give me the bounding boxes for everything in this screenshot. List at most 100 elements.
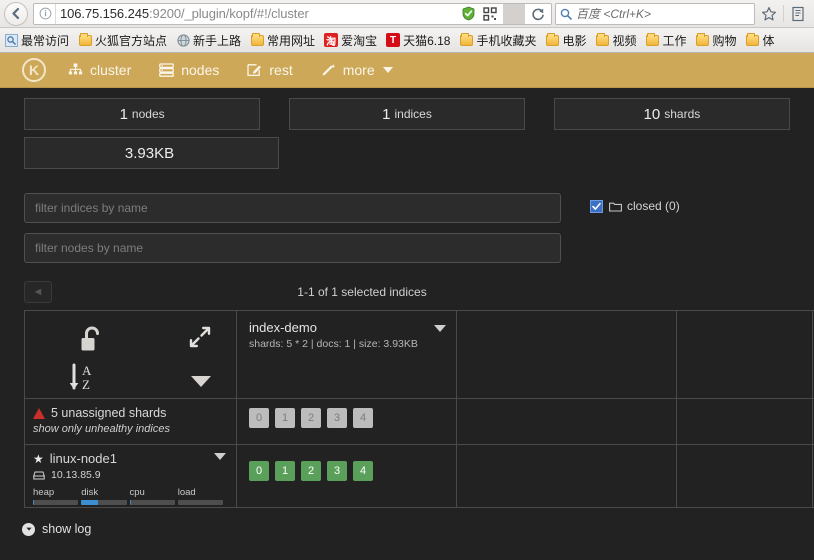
bookmark-label: 天猫6.18 (403, 33, 451, 48)
shield-icon[interactable] (457, 4, 479, 24)
cluster-icon (68, 63, 83, 77)
grid-empty-cell (677, 445, 813, 507)
kopf-logo[interactable]: K (22, 58, 46, 82)
stat-size[interactable]: 3.93KB (24, 137, 279, 169)
nav-item-more[interactable]: more (321, 62, 393, 78)
bookmark-item[interactable]: 电影 (545, 32, 586, 49)
chevron-down-icon[interactable] (190, 374, 212, 393)
grid-header-row: A Z index-demo shards: 5 * 2 | docs: 1 |… (25, 311, 814, 399)
bookmark-item[interactable]: 火狐官方站点 (78, 32, 167, 49)
index-menu-chevron-down-icon[interactable] (434, 325, 446, 332)
metric-label: cpu (129, 487, 145, 498)
grid-empty-cell (457, 399, 677, 444)
url-path: :9200/_plugin/kopf/#!/cluster (148, 6, 309, 21)
toolbar-divider-2 (783, 5, 784, 22)
stat-indices[interactable]: 1 indices (288, 98, 526, 130)
unlocked-padlock-icon[interactable] (79, 325, 105, 360)
node-row: ★ linux-node1 10.13.85.9 heap disk cpu l… (25, 445, 814, 507)
shard-badge[interactable]: 0 (249, 461, 269, 481)
filters-section: filter indices by name filter nodes by n… (0, 169, 814, 263)
grid-controls-cell: A Z (25, 311, 237, 398)
toolbar-divider (503, 3, 525, 24)
closed-checkbox[interactable] (590, 199, 603, 213)
node-ip: 10.13.85.9 (51, 469, 101, 481)
show-unhealthy-link[interactable]: show only unhealthy indices (33, 423, 226, 435)
filter-indices-input[interactable]: filter indices by name (24, 193, 561, 223)
nav-label: rest (269, 62, 293, 78)
index-name[interactable]: index-demo (249, 320, 444, 335)
nav-label: cluster (90, 62, 132, 78)
sort-az-icon[interactable]: A Z (67, 363, 101, 398)
node-name[interactable]: linux-node1 (50, 451, 117, 466)
bookmark-item[interactable]: 体 (746, 32, 775, 49)
stat-shards[interactable]: 10 shards (553, 98, 791, 130)
bookmark-label: 手机收藏夹 (476, 33, 537, 48)
shard-badge[interactable]: 3 (327, 408, 347, 428)
bookmark-item[interactable]: T 天猫6.18 (386, 32, 450, 49)
bookmark-label: 工作 (662, 33, 687, 48)
filter-indices-placeholder: filter indices by name (35, 201, 148, 215)
unassigned-title: 5 unassigned shards (33, 406, 226, 420)
closed-indices-toggle[interactable]: closed (0) (590, 199, 680, 213)
reload-icon[interactable] (527, 4, 549, 24)
node-menu-chevron-down-icon[interactable] (214, 453, 226, 460)
qr-code-icon[interactable] (479, 4, 501, 24)
shard-badge[interactable]: 2 (301, 408, 321, 428)
shard-badge[interactable]: 4 (353, 408, 373, 428)
library-button[interactable] (786, 2, 810, 26)
bookmark-item[interactable]: 最常访问 (4, 32, 69, 49)
metric-bar (129, 500, 175, 505)
url-bar[interactable]: 106.75.156.245:9200/_plugin/kopf/#!/clus… (33, 2, 552, 25)
shard-badge[interactable]: 1 (275, 461, 295, 481)
nav-item-cluster[interactable]: cluster (68, 62, 131, 78)
metric-label: load (177, 487, 196, 498)
folder-icon (595, 32, 609, 47)
bookmark-item[interactable]: 新手上路 (176, 32, 241, 49)
shard-badge[interactable]: 1 (275, 408, 295, 428)
bookmark-item[interactable]: 淘 爱淘宝 (324, 32, 377, 49)
magic-wand-icon (321, 63, 336, 77)
shard-badge[interactable]: 0 (249, 408, 269, 428)
metric-load: load (177, 487, 223, 505)
browser-toolbar: 106.75.156.245:9200/_plugin/kopf/#!/clus… (0, 0, 814, 28)
shard-badge[interactable]: 2 (301, 461, 321, 481)
bookmarks-bar: 最常访问 火狐官方站点 新手上路 常用网址 淘 爱淘宝 T 天猫6.18 手机收… (0, 28, 814, 53)
node-ip-row: 10.13.85.9 (33, 469, 226, 481)
bookmark-item[interactable]: 视频 (595, 32, 636, 49)
stat-size-value: 3.93KB (124, 144, 175, 162)
bookmark-item[interactable]: 常用网址 (250, 32, 315, 49)
nav-item-nodes[interactable]: nodes (159, 62, 219, 78)
bookmark-item[interactable]: 工作 (645, 32, 687, 49)
svg-text:Z: Z (82, 377, 90, 392)
grid-empty-cell (457, 311, 677, 398)
back-button[interactable] (4, 1, 28, 26)
metric-bar (177, 500, 223, 505)
stat-nodes[interactable]: 1 nodes (24, 98, 261, 130)
search-bar[interactable]: 百度 <Ctrl+K> (555, 2, 755, 25)
filter-nodes-input[interactable]: filter nodes by name (24, 233, 561, 263)
nav-item-rest[interactable]: rest (247, 62, 293, 78)
star-icon (762, 6, 776, 20)
search-icon (560, 8, 572, 20)
folder-icon (645, 32, 659, 47)
bookmark-label: 最常访问 (21, 33, 70, 48)
server-icon (33, 471, 45, 480)
most-visited-icon (4, 33, 18, 47)
nav-label: nodes (181, 62, 220, 78)
stat-indices-label: indices (394, 107, 432, 121)
expand-arrows-icon[interactable] (188, 325, 212, 354)
search-placeholder: 百度 <Ctrl+K> (576, 5, 651, 22)
shard-badge[interactable]: 3 (327, 461, 347, 481)
nodes-icon (159, 63, 175, 77)
bookmark-item[interactable]: 购物 (696, 32, 737, 49)
url-text: 106.75.156.245:9200/_plugin/kopf/#!/clus… (60, 6, 457, 21)
folder-icon (696, 32, 710, 47)
index-meta: shards: 5 * 2 | docs: 1 | size: 3.93KB (249, 338, 418, 350)
bookmark-star-button[interactable] (757, 2, 781, 26)
info-circle-icon[interactable] (36, 3, 56, 24)
show-log-button[interactable]: show log (0, 508, 814, 536)
bookmark-item[interactable]: 手机收藏夹 (459, 32, 536, 49)
bookmark-label: 电影 (562, 33, 587, 48)
shard-badge[interactable]: 4 (353, 461, 373, 481)
unassigned-count-label: 5 unassigned shards (51, 406, 167, 420)
